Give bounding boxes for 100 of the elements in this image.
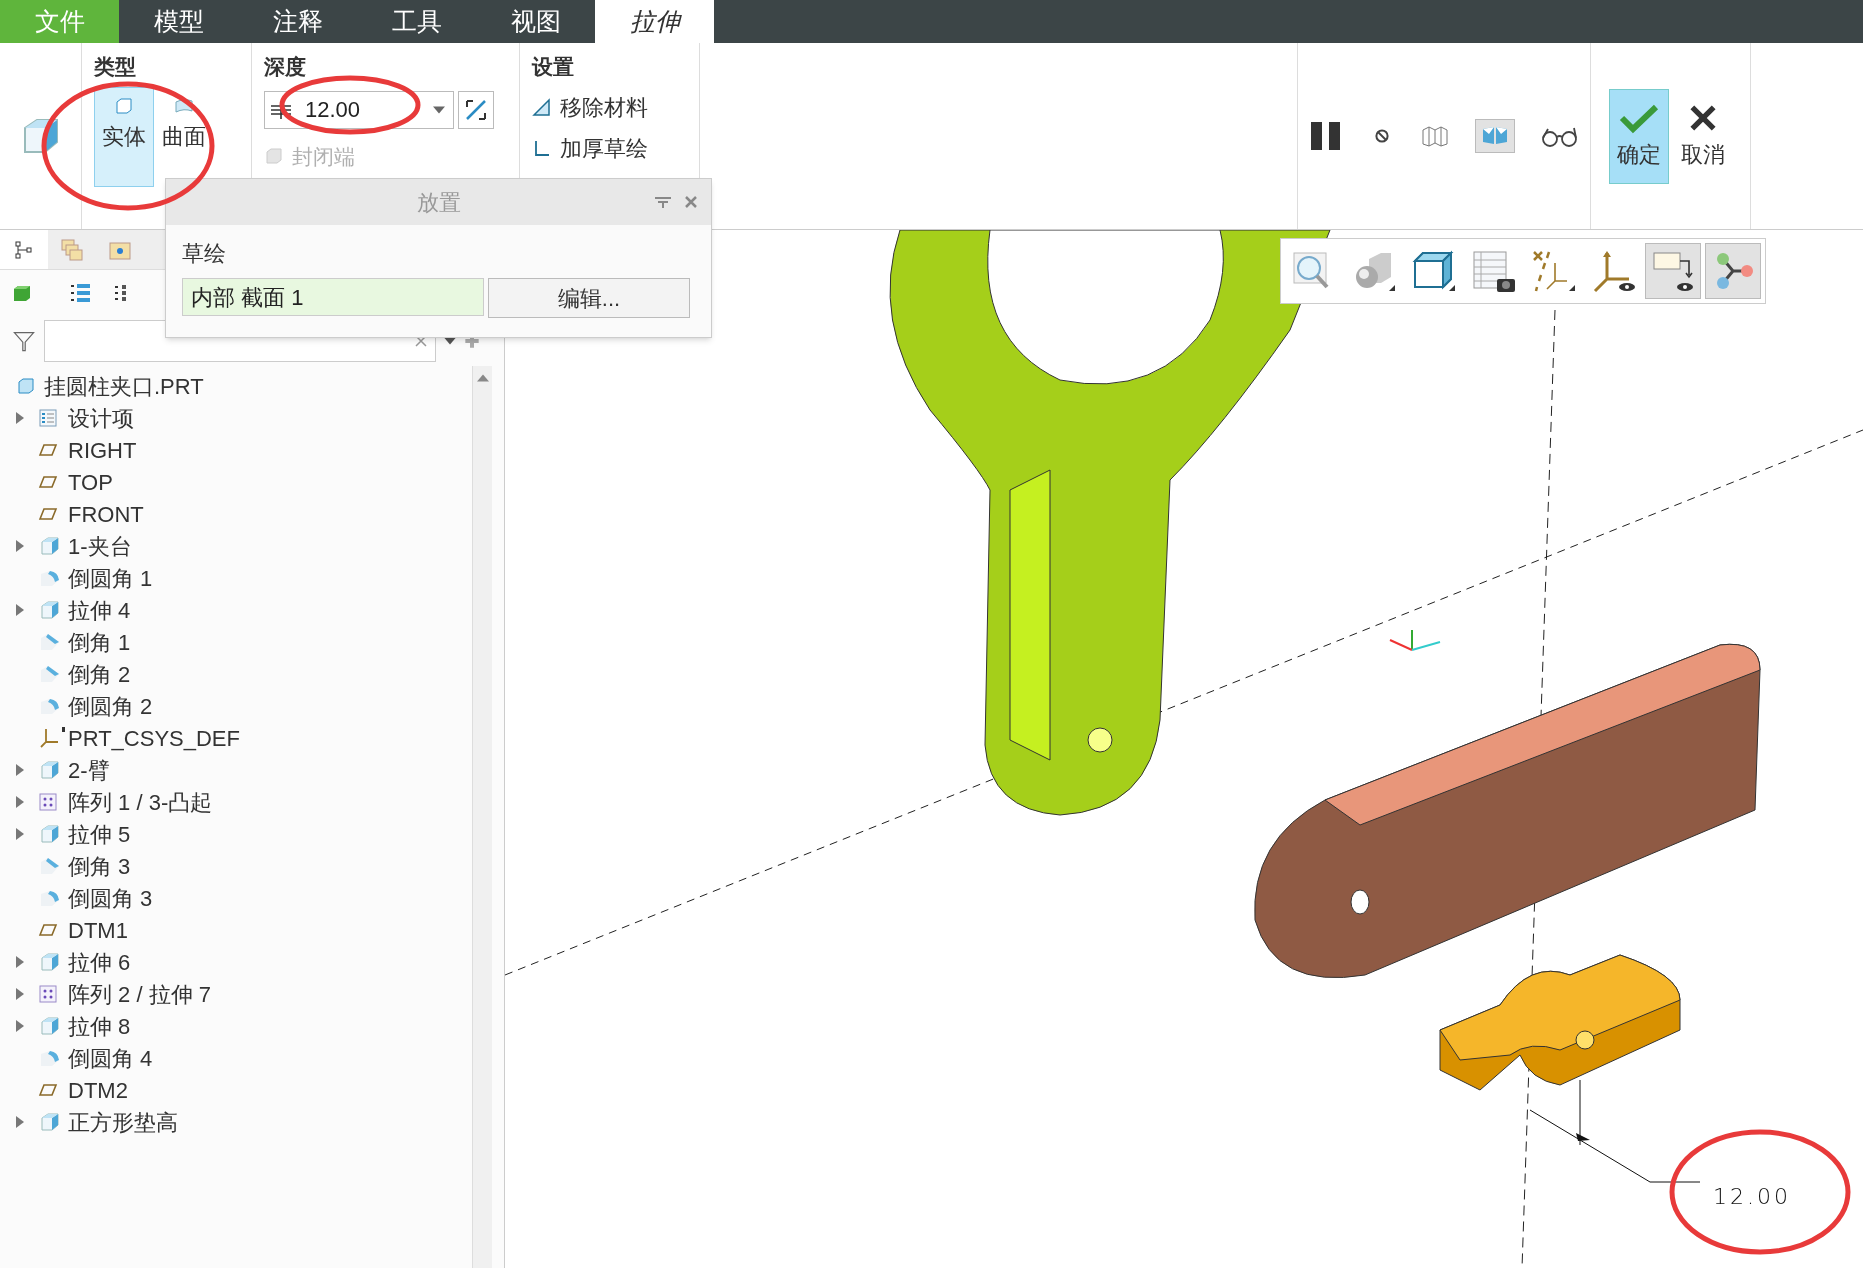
menu-tab[interactable]: 注释 [238,0,357,43]
cancel-button[interactable]: 取消 [1672,88,1733,184]
tree-item-label: PRT_CSYS_DEF [68,724,240,753]
tree-item[interactable]: TOP [16,466,472,498]
tree-item[interactable]: 倒圆角 3 [16,882,472,914]
tree-item[interactable]: 倒角 1 [16,626,472,658]
tree-item-label: 倒角 2 [68,660,131,689]
tree-item-label: 倒角 3 [68,852,131,881]
sketch-field[interactable]: 内部 截面 1 [182,278,484,316]
expand-arrow-icon[interactable] [16,604,24,616]
tree-item[interactable]: RIGHT [16,434,472,466]
tree-item-label: TOP [68,468,113,497]
tree-item[interactable]: 阵列 2 / 拉伸 7 [16,978,472,1010]
cube-view-icon [1411,249,1455,293]
expand-arrow-icon[interactable] [16,796,24,808]
tree-item-label: 倒圆角 1 [68,564,153,593]
tree-item[interactable]: 倒圆角 1 [16,562,472,594]
coordinate-system-icon [38,726,68,750]
expand-arrow-icon[interactable] [16,764,24,776]
scroll-up-icon[interactable] [476,374,489,382]
tree-item[interactable]: 拉伸 5 [16,818,472,850]
tree-item[interactable]: 拉伸 6 [16,946,472,978]
thicken-icon [532,138,552,158]
tree-item[interactable]: 挂圆柱夹口.PRT [16,370,472,402]
tree-item-label: 正方形垫高 [68,1108,178,1137]
tree-item[interactable]: 拉伸 8 [16,1010,472,1042]
clear-icon [415,335,427,347]
extrude-icon [38,534,62,558]
tree-icon [14,239,34,260]
list-icon [38,408,58,428]
expand-arrow-icon[interactable] [16,956,24,968]
menu-tab[interactable]: 拉伸 [595,0,714,43]
tree-item-label: 倒角 1 [68,628,131,657]
tree-item-label: FRONT [68,500,144,529]
tree-item[interactable]: 倒角 2 [16,658,472,690]
menu-tab[interactable]: 视图 [476,0,595,43]
extrude-icon [38,1110,62,1134]
close-icon[interactable] [685,196,697,208]
edit-button[interactable]: 编辑... [488,278,690,318]
extrude-icon [38,950,62,974]
tree-item-label: DTM1 [68,916,128,945]
tree-item-label: 2-臂 [68,756,110,785]
group-title: 类型 [94,54,137,80]
tree-item-label: 拉伸 4 [68,596,131,625]
extrude-icon [38,598,62,622]
pin-icon[interactable] [655,196,671,208]
tree-item-label: 拉伸 6 [68,948,131,977]
confirm-button[interactable]: 确定 [1608,88,1669,184]
solid-icon [114,95,134,116]
extrude-icon [38,758,62,782]
tree-item[interactable]: 设计项 [16,402,472,434]
scrollbar[interactable] [472,366,492,1268]
section-label: 草绘 [182,240,227,268]
expand-arrow-icon[interactable] [16,1020,24,1032]
solid-cube-icon [12,283,32,303]
filter-icon [12,329,36,353]
group-title: 设置 [532,54,575,80]
capped-end-icon [264,146,284,167]
tree-item[interactable]: 倒角 3 [16,850,472,882]
tree-item[interactable]: FRONT [16,498,472,530]
extrude-icon [38,822,62,846]
tree-item-label: RIGHT [68,436,137,465]
tree-item[interactable]: 倒圆角 4 [16,1042,472,1074]
panel-title: 放置 [416,188,461,217]
dropdown-caret-icon [433,105,445,114]
extrude-icon [38,1014,62,1038]
tree-item[interactable]: 1-夹台 [16,530,472,562]
expand-arrow-icon[interactable] [16,1116,24,1128]
tree-item[interactable]: DTM2 [16,1074,472,1106]
tree-item[interactable]: DTM1 [16,914,472,946]
tree-item-label: 倒圆角 4 [68,1044,153,1073]
tree-list-icon[interactable] [68,281,92,305]
menu-tab[interactable]: 模型 [119,0,238,43]
tree-item-label: 拉伸 5 [68,820,131,849]
tree-item[interactable]: 倒圆角 2 [16,690,472,722]
type-option[interactable]: 实体 [94,86,154,187]
model-tree-tab[interactable] [0,230,48,269]
prohibited-icon [1374,128,1390,144]
expand-arrow-icon[interactable] [16,412,24,424]
settings-option[interactable]: 移除材料 [532,90,648,124]
flip-direction-button[interactable] [458,90,494,129]
tree-item-label: 拉伸 8 [68,1012,131,1041]
tree-item[interactable]: 2-臂 [16,754,472,786]
pattern-icon [38,984,58,1004]
view-tool-button[interactable] [1645,243,1701,299]
table-camera-icon [1471,249,1515,293]
expand-arrow-icon[interactable] [16,988,24,1000]
tree-item[interactable]: PRT_CSYS_DEF [16,722,472,754]
menu-tab[interactable]: 工具 [357,0,476,43]
expand-arrow-icon[interactable] [16,540,24,552]
tree-item[interactable]: 拉伸 4 [16,594,472,626]
settings-option[interactable]: 加厚草绘 [532,131,648,165]
expand-arrow-icon[interactable] [16,828,24,840]
tree-item-label: DTM2 [68,1076,128,1105]
tree-item[interactable]: 阵列 1 / 3-凸起 [16,786,472,818]
depth-field[interactable]: 12.00 [264,90,454,129]
dimension-value[interactable]: 12.00 [1713,1180,1791,1213]
tree-item-label: 倒圆角 2 [68,692,153,721]
tree-item[interactable]: 正方形垫高 [16,1106,472,1138]
flip-arrow-icon [464,97,488,122]
